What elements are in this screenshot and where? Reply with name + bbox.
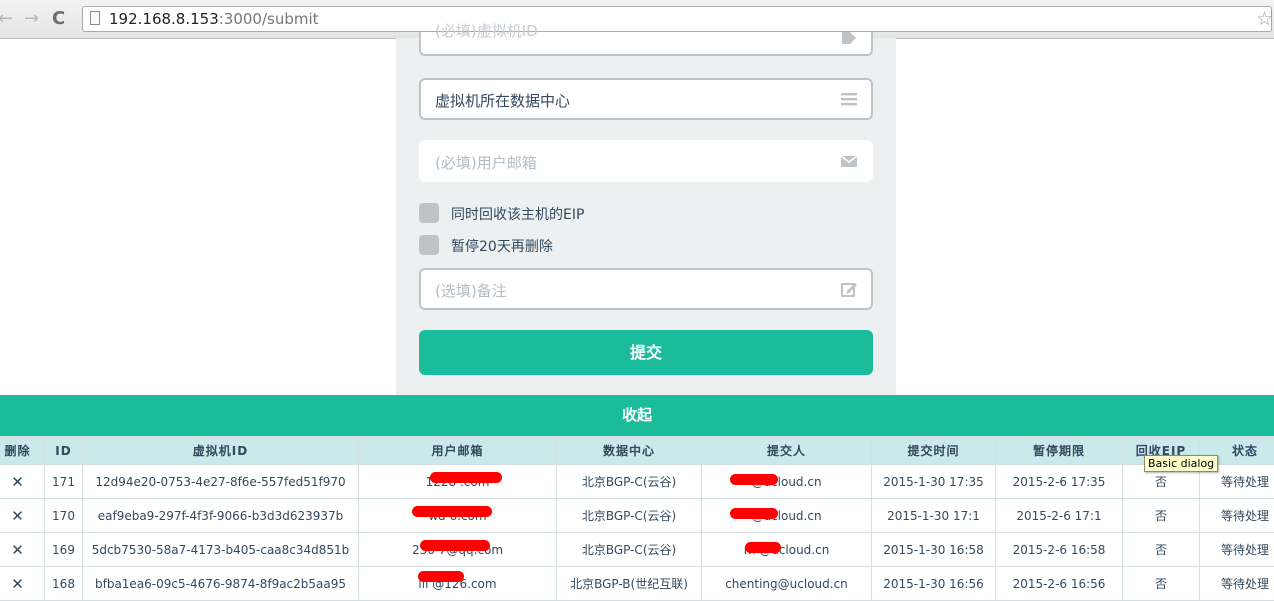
cell-vm-id: eaf9eba9-297f-4f3f-9066-b3d3d623937b <box>83 499 359 533</box>
cell-status: 等待处理 <box>1200 567 1274 601</box>
col-header-id[interactable]: ID <box>45 437 83 465</box>
cell-vm-id: 12d94e20-0753-4e27-8f6e-557fed51f970 <box>83 465 359 499</box>
cell-datacenter: 北京BGP-C(云谷) <box>557 533 702 567</box>
delete-x-icon[interactable]: ✕ <box>0 533 45 567</box>
cell-submitter: @ucloud.cn <box>702 499 872 533</box>
table-row: ✕ 168 bfba1ea6-09c5-4676-9874-8f9ac2b5aa… <box>0 567 1274 601</box>
cell-pause-until: 2015-2-6 17:1 <box>996 499 1123 533</box>
note-placeholder: (选填)备注 <box>435 280 507 301</box>
delete-x-icon[interactable]: ✕ <box>0 499 45 533</box>
table-row: ✕ 169 5dcb7530-58a7-4173-b405-caa8c34d85… <box>0 533 1274 567</box>
checkbox-box[interactable] <box>419 235 439 255</box>
col-header-pause-until[interactable]: 暂停期限 <box>996 437 1123 465</box>
edit-icon <box>841 281 857 297</box>
redaction-mark <box>412 506 492 517</box>
vm-id-field[interactable]: (必填)虚拟机ID <box>419 32 873 56</box>
datacenter-select[interactable]: 虚拟机所在数据中心 <box>419 78 873 120</box>
cell-submit-time: 2015-1-30 16:56 <box>872 567 996 601</box>
redaction-mark <box>418 571 464 582</box>
cell-vm-id: 5dcb7530-58a7-4173-b405-caa8c34d851b <box>83 533 359 567</box>
cell-recycle-eip: 否 <box>1123 533 1200 567</box>
bookmark-star-icon[interactable]: ☆ <box>1256 8 1273 30</box>
cell-pause-until: 2015-2-6 17:35 <box>996 465 1123 499</box>
list-icon <box>841 91 857 107</box>
redaction-mark <box>420 540 490 551</box>
url-path: :3000/submit <box>219 10 319 28</box>
cell-pause-until: 2015-2-6 16:58 <box>996 533 1123 567</box>
cell-status: 等待处理 <box>1200 533 1274 567</box>
collapse-button[interactable]: 收起 <box>0 395 1274 436</box>
table-row: ✕ 170 eaf9eba9-297f-4f3f-9066-b3d3d62393… <box>0 499 1274 533</box>
email-field[interactable]: (必填)用户邮箱 <box>419 140 873 182</box>
tag-icon <box>841 30 857 46</box>
submit-button[interactable]: 提交 <box>419 330 873 375</box>
recycle-eip-label: 同时回收该主机的EIP <box>451 204 584 224</box>
table-row: ✕ 171 12d94e20-0753-4e27-8f6e-557fed51f9… <box>0 465 1274 499</box>
back-arrow-icon[interactable]: ← <box>0 6 13 32</box>
cell-submit-time: 2015-1-30 17:1 <box>872 499 996 533</box>
col-header-submit-time[interactable]: 提交时间 <box>872 437 996 465</box>
cell-id: 171 <box>45 465 83 499</box>
address-bar[interactable]: 192.168.8.153:3000/submit ☆ <box>82 6 1272 32</box>
reload-icon[interactable]: C <box>52 6 65 32</box>
col-header-email[interactable]: 用户邮箱 <box>359 437 557 465</box>
cell-submitter: chenting@ucloud.cn <box>702 567 872 601</box>
cell-id: 168 <box>45 567 83 601</box>
cell-id: 169 <box>45 533 83 567</box>
cell-id: 170 <box>45 499 83 533</box>
redaction-mark <box>430 472 502 483</box>
datacenter-value: 虚拟机所在数据中心 <box>435 90 570 111</box>
note-field[interactable]: (选填)备注 <box>419 268 873 310</box>
col-header-delete: 删除 <box>0 437 45 465</box>
cell-submitter: m @ucloud.cn <box>702 533 872 567</box>
url-host: 192.168.8.153 <box>109 10 219 28</box>
cell-vm-id: bfba1ea6-09c5-4676-9874-8f9ac2b5aa95 <box>83 567 359 601</box>
col-header-vm-id[interactable]: 虚拟机ID <box>83 437 359 465</box>
cell-datacenter: 北京BGP-B(世纪互联) <box>557 567 702 601</box>
table-header-row: 删除 ID 虚拟机ID 用户邮箱 数据中心 提交人 提交时间 暂停期限 回收EI… <box>0 437 1274 465</box>
envelope-icon <box>841 153 857 169</box>
tooltip: Basic dialog <box>1144 455 1218 472</box>
cell-submit-time: 2015-1-30 16:58 <box>872 533 996 567</box>
cell-submitter: @ucloud.cn <box>702 465 872 499</box>
checkbox-box[interactable] <box>419 203 439 223</box>
pause-label: 暂停20天再删除 <box>451 236 553 256</box>
cell-datacenter: 北京BGP-C(云谷) <box>557 499 702 533</box>
vm-id-placeholder: (必填)虚拟机ID <box>435 20 538 41</box>
delete-x-icon[interactable]: ✕ <box>0 465 45 499</box>
submit-form: (必填)虚拟机ID 虚拟机所在数据中心 (必填)用户邮箱 同时回收该主机的EIP… <box>396 38 896 395</box>
cell-datacenter: 北京BGP-C(云谷) <box>557 465 702 499</box>
forward-arrow-icon[interactable]: → <box>24 6 39 32</box>
address-url: 192.168.8.153:3000/submit <box>109 10 319 28</box>
cell-pause-until: 2015-2-6 16:56 <box>996 567 1123 601</box>
email-placeholder: (必填)用户邮箱 <box>435 152 537 173</box>
redaction-mark <box>730 474 778 485</box>
delete-x-icon[interactable]: ✕ <box>0 567 45 601</box>
cell-status: 等待处理 <box>1200 499 1274 533</box>
page-icon <box>90 11 100 25</box>
col-header-datacenter[interactable]: 数据中心 <box>557 437 702 465</box>
cell-recycle-eip: 否 <box>1123 567 1200 601</box>
request-table: 删除 ID 虚拟机ID 用户邮箱 数据中心 提交人 提交时间 暂停期限 回收EI… <box>0 436 1274 601</box>
redaction-mark <box>745 542 781 553</box>
cell-recycle-eip: 否 <box>1123 499 1200 533</box>
redaction-mark <box>730 508 778 519</box>
cell-submit-time: 2015-1-30 17:35 <box>872 465 996 499</box>
col-header-submitter[interactable]: 提交人 <box>702 437 872 465</box>
